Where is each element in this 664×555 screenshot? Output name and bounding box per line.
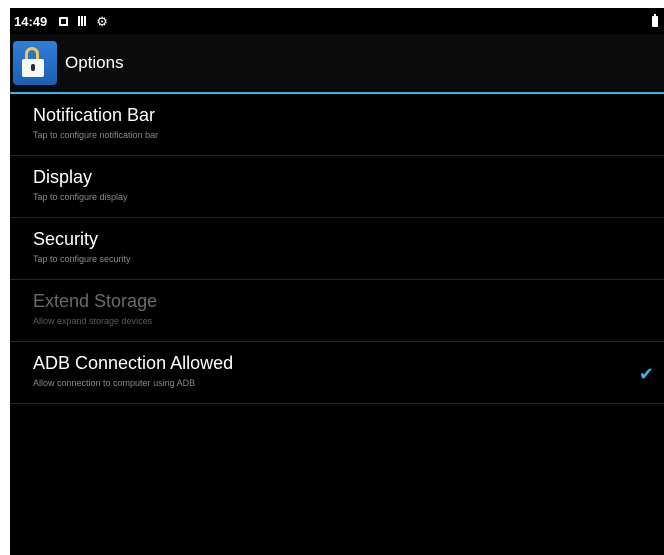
item-subtitle: Tap to configure display [33, 192, 128, 202]
options-list: Notification Bar Tap to configure notifi… [10, 94, 664, 404]
page-title: Options [65, 53, 124, 72]
checkmark-icon[interactable]: ✔ [639, 364, 654, 385]
list-item-security[interactable]: Security Tap to configure security [10, 218, 664, 280]
item-subtitle: Tap to configure security [33, 254, 131, 264]
status-time: 14:49 [14, 13, 48, 29]
item-subtitle: Allow connection to computer using ADB [33, 378, 196, 388]
item-title: Notification Bar [33, 105, 156, 125]
item-subtitle: Allow expand storage devices [33, 316, 153, 326]
status-bar: 14:49 ⚙ [10, 8, 664, 34]
item-title: Extend Storage [33, 291, 158, 311]
battery-icon [652, 13, 658, 27]
settings-gear-icon: ⚙ [96, 13, 108, 29]
list-item-extend-storage: Extend Storage Allow expand storage devi… [10, 280, 664, 342]
item-title: ADB Connection Allowed [33, 353, 234, 373]
item-subtitle: Tap to configure notification bar [33, 130, 159, 140]
notification-square-icon [59, 16, 69, 26]
item-title: Security [33, 229, 99, 249]
action-bar: Options [10, 34, 664, 94]
list-item-display[interactable]: Display Tap to configure display [10, 156, 664, 218]
list-item-adb-connection[interactable]: ADB Connection Allowed Allow connection … [10, 342, 664, 404]
device-screen: 14:49 ⚙ Options Notification Bar Tap to … [10, 8, 664, 555]
lock-icon[interactable] [13, 41, 57, 85]
item-title: Display [33, 167, 93, 187]
list-item-notification-bar[interactable]: Notification Bar Tap to configure notifi… [10, 94, 664, 156]
signal-bars-icon [78, 16, 87, 26]
